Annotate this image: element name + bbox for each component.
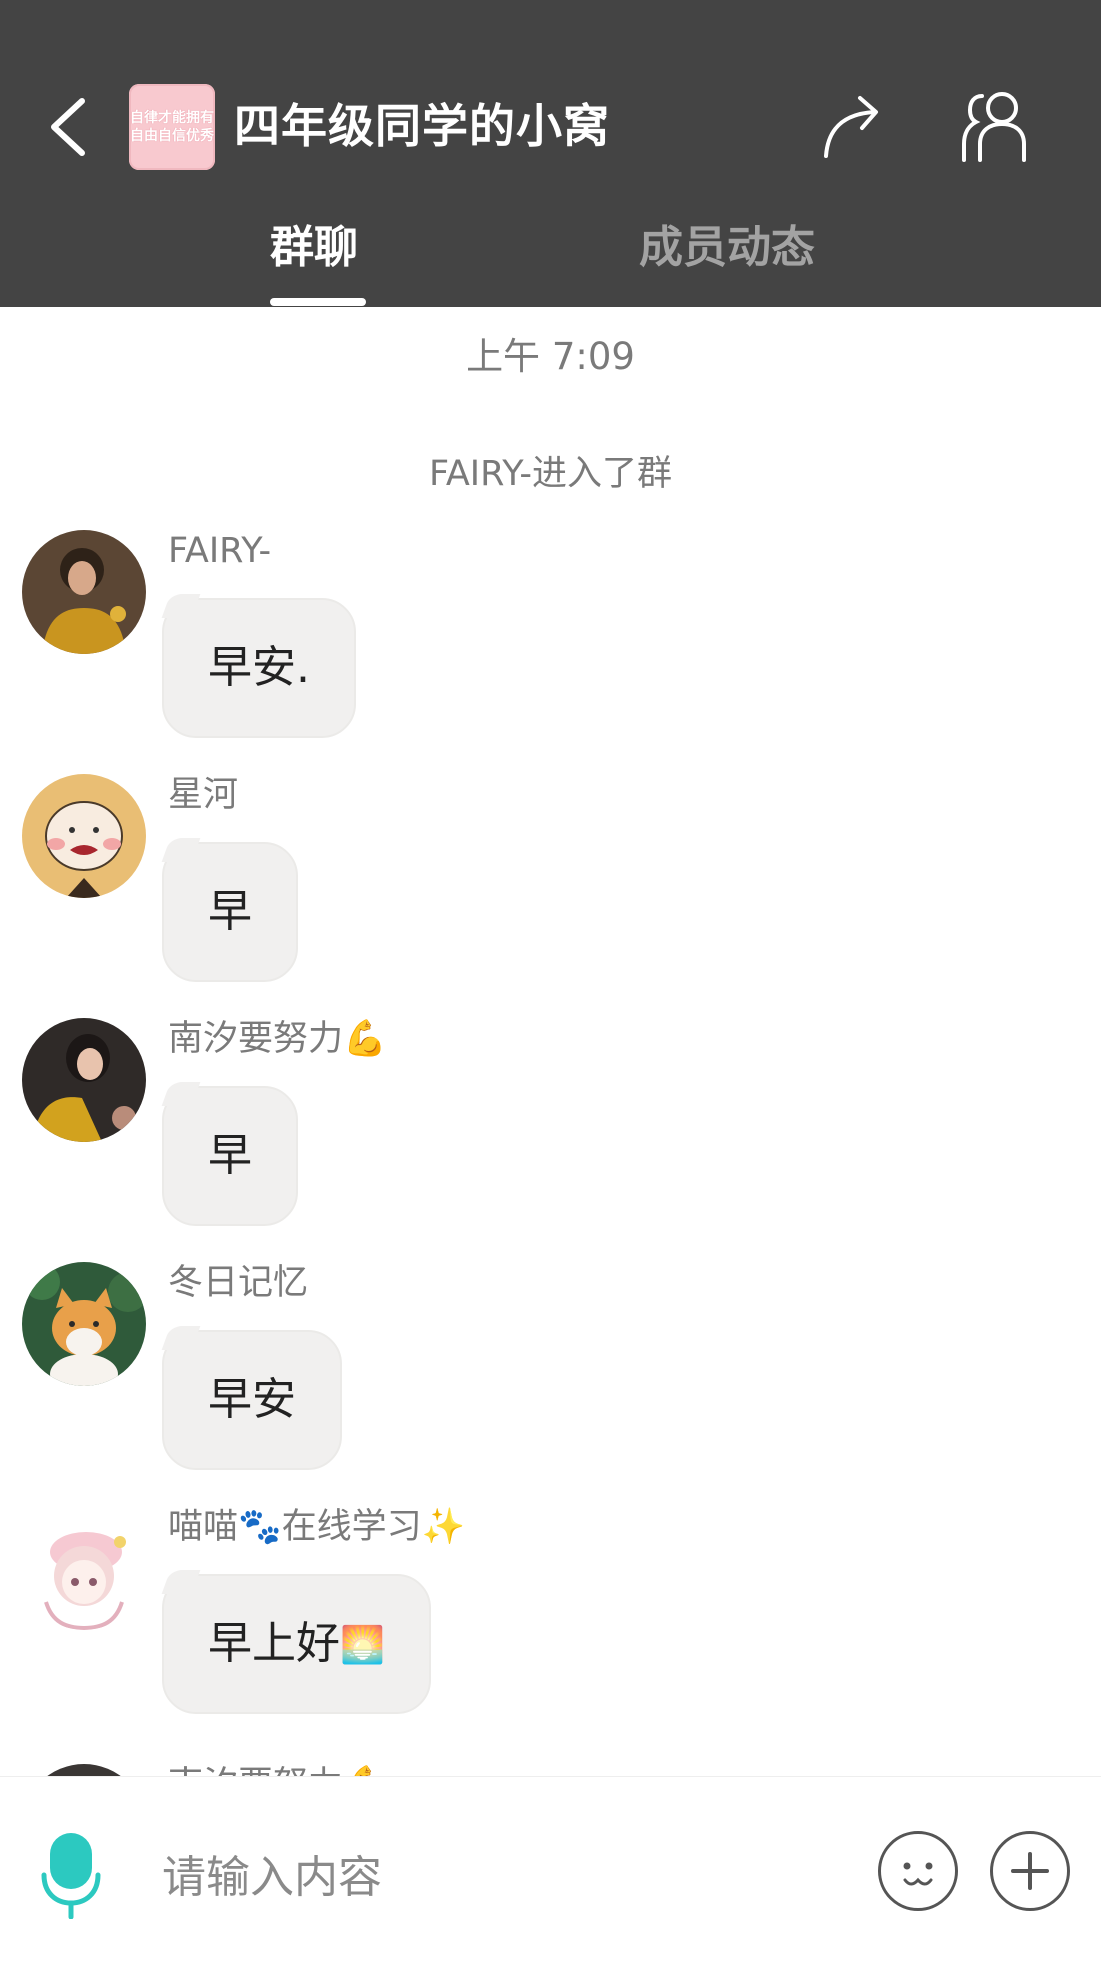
message-item: 冬日记忆 早安 <box>0 1252 1101 1496</box>
sender-name: FAIRY- <box>168 531 272 571</box>
message-item: FAIRY- 早安. <box>0 520 1101 764</box>
group-avatar-text-line-2: 自由自信优秀 <box>130 128 214 144</box>
sender-name-text: 喵喵 <box>168 1507 239 1547</box>
sender-name-suffix: 在线学习 <box>281 1507 422 1547</box>
sender-emoji: 🐾 <box>238 1507 282 1547</box>
anime-girl-avatar[interactable] <box>22 1506 146 1630</box>
message-input-bar <box>0 1776 1101 1961</box>
message-bubble[interactable]: 早安. <box>162 598 356 738</box>
cartoon-boy-avatar[interactable] <box>22 774 146 898</box>
top-bar: 自律才能拥有 自由自信优秀 四年级同学的小窝 群聊 成员动态 <box>0 0 1101 307</box>
group-avatar-text-line-1: 自律才能拥有 <box>130 110 214 126</box>
sender-emoji: 💪 <box>343 1765 387 1776</box>
sunrise-emoji: 🌅 <box>340 1625 385 1666</box>
plus-icon <box>1011 1852 1049 1890</box>
group-members-button[interactable] <box>958 88 1030 164</box>
more-options-button[interactable] <box>990 1831 1070 1911</box>
message-bubble[interactable]: 早安 <box>162 1330 342 1470</box>
sender-name: 南汐要努力💪 <box>168 1760 387 1776</box>
emoji-button[interactable] <box>878 1831 958 1911</box>
group-avatar[interactable]: 自律才能拥有 自由自信优秀 <box>129 84 215 170</box>
message-item: 喵喵🐾在线学习✨ 早上好🌅 <box>0 1496 1101 1740</box>
emoji-face-icon <box>903 1862 933 1886</box>
tab-member-activity[interactable]: 成员动态 <box>639 218 815 278</box>
message-item: 星河 早 <box>0 764 1101 1008</box>
message-text: 早安. <box>208 642 310 693</box>
message-bubble[interactable]: 早 <box>162 842 298 982</box>
active-tab-indicator <box>270 298 366 306</box>
sender-name: 南汐要努力💪 <box>168 1014 387 1064</box>
share-icon <box>824 96 878 158</box>
chat-timestamp: 上午 7:09 <box>466 335 635 378</box>
photo-girl-selfie-avatar[interactable] <box>22 1018 146 1142</box>
sender-suffix-emoji: ✨ <box>421 1507 466 1547</box>
tab-group-chat[interactable]: 群聊 <box>270 218 358 278</box>
sender-name-text: 南汐要努力 <box>168 1765 343 1776</box>
microphone-icon <box>41 1833 101 1920</box>
back-button[interactable] <box>40 92 96 162</box>
sender-name: 星河 <box>168 775 239 815</box>
share-button[interactable] <box>818 90 890 162</box>
sender-emoji: 💪 <box>343 1019 387 1059</box>
sender-name: 冬日记忆 <box>168 1263 309 1303</box>
orange-cat-avatar[interactable] <box>22 1262 146 1386</box>
message-text: 早 <box>208 886 252 937</box>
message-item: 南汐要努力💪 <box>0 1754 1101 1776</box>
message-text: 早安 <box>208 1374 296 1425</box>
sender-name-text: 南汐要努力 <box>168 1019 344 1059</box>
message-text: 早上好 <box>208 1618 340 1669</box>
photo-girl-selfie-avatar[interactable] <box>22 1764 146 1776</box>
message-bubble[interactable]: 早上好🌅 <box>162 1574 431 1714</box>
sender-name: 喵喵🐾在线学习✨ <box>168 1502 465 1552</box>
message-input[interactable] <box>160 1839 844 1915</box>
voice-input-button[interactable] <box>40 1833 102 1920</box>
message-list[interactable]: FAIRY- 早安. 星河 早 南汐要努力💪 早 冬日记忆 早安 喵喵🐾在线学习… <box>0 520 1101 1776</box>
message-item: 南汐要努力💪 早 <box>0 1008 1101 1252</box>
message-bubble[interactable]: 早 <box>162 1086 298 1226</box>
photo-girl-avatar[interactable] <box>22 530 146 654</box>
message-text: 早 <box>208 1130 252 1181</box>
back-arrow-icon <box>51 98 85 156</box>
group-members-icon <box>962 92 1026 162</box>
group-title: 四年级同学的小窝 <box>234 99 610 153</box>
system-message: FAIRY-进入了群 <box>428 454 673 494</box>
